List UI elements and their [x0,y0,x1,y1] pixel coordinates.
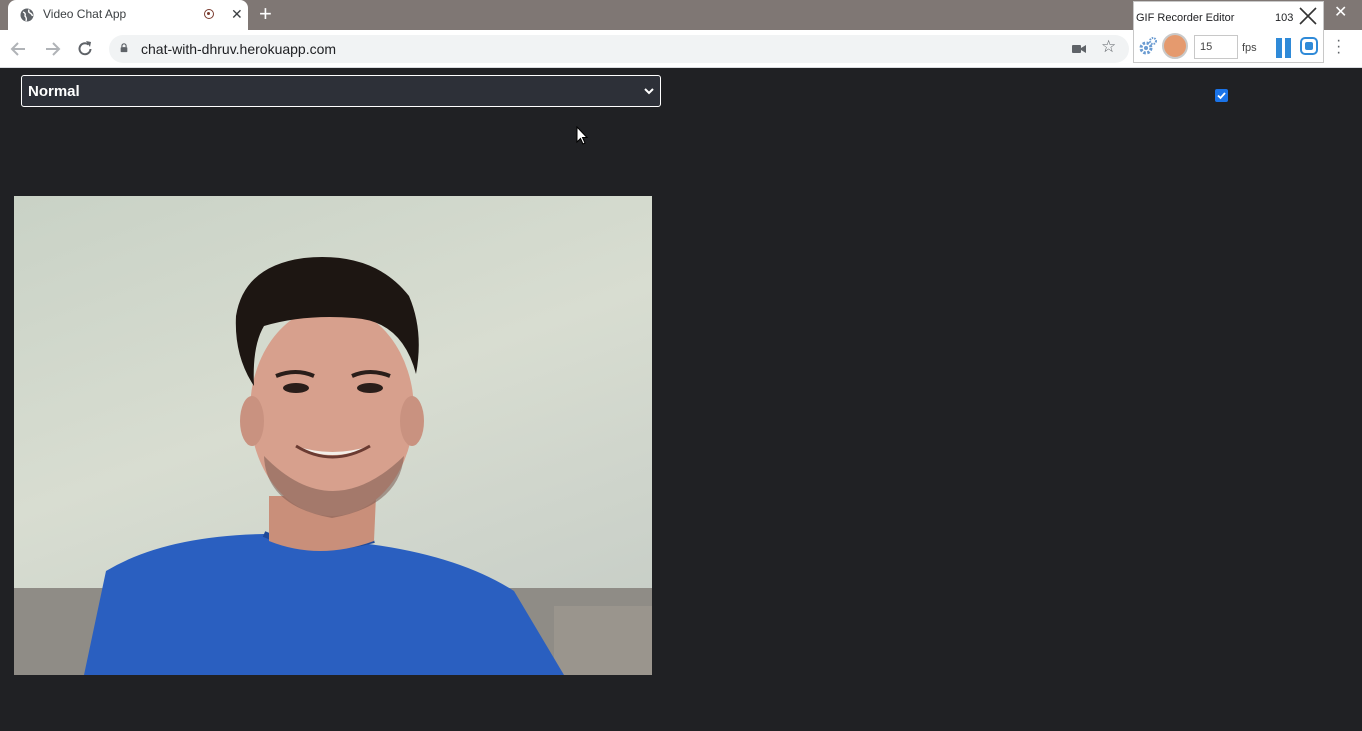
mouse-cursor-icon [576,126,589,145]
mode-select[interactable]: Normal [21,75,661,107]
camera-icon[interactable] [1072,44,1086,54]
menu-icon[interactable]: · · · [1336,33,1341,61]
browser-tab[interactable]: Video Chat App ✕ [8,0,248,30]
star-icon[interactable]: ☆ [1101,37,1116,57]
recording-icon [204,9,214,19]
gif-recorder-panel: GIF Recorder Editor 103 15 fps [1133,1,1324,63]
frame-count: 103 [1275,12,1294,24]
reload-icon[interactable] [75,39,95,59]
forward-icon[interactable] [42,39,62,59]
gif-recorder-title: GIF Recorder Editor [1136,12,1235,24]
window-close-button[interactable]: ✕ [1334,2,1347,22]
video-toggle-checkbox[interactable] [1215,89,1228,102]
new-tab-button[interactable]: + [259,3,272,25]
globe-icon [20,8,34,22]
local-video [14,196,652,675]
mode-select-value: Normal [28,83,80,100]
chevron-down-icon [644,88,654,95]
close-icon[interactable] [1298,6,1318,26]
address-bar[interactable]: chat-with-dhruv.herokuapp.com ☆ [109,35,1129,63]
lock-icon [120,43,128,53]
tab-close-button[interactable]: ✕ [231,6,243,22]
back-icon[interactable] [9,39,29,59]
stop-icon[interactable] [1300,37,1318,55]
video-frame [14,257,652,675]
fps-input[interactable]: 15 [1194,35,1238,59]
check-icon [1217,92,1226,100]
tab-title: Video Chat App [43,7,127,21]
fps-label: fps [1242,42,1257,54]
url-text: chat-with-dhruv.herokuapp.com [141,41,337,57]
gear-icon[interactable] [1138,36,1158,56]
pause-icon[interactable] [1275,38,1293,58]
timer-icon [1162,33,1188,59]
